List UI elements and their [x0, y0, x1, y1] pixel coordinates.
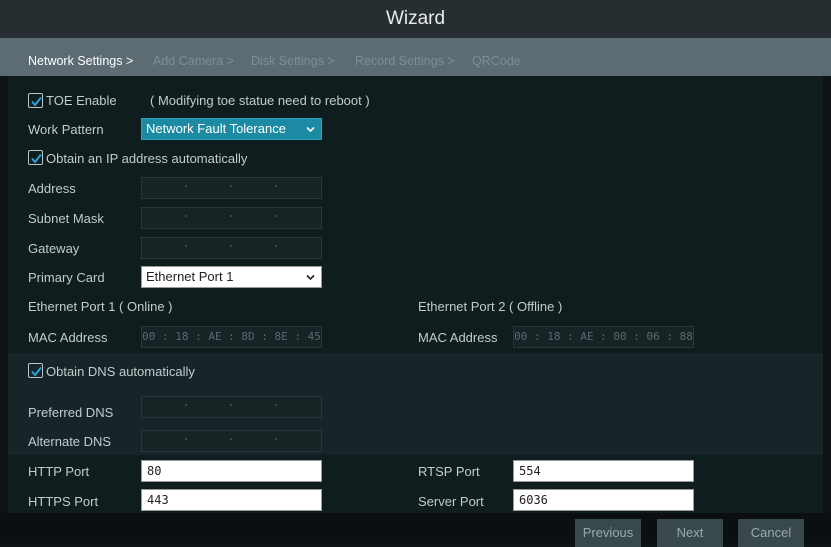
gateway-field[interactable]	[141, 237, 322, 259]
subnet-mask-field[interactable]	[141, 207, 322, 229]
obtain-dns-checkbox[interactable]	[28, 363, 43, 378]
gateway-label: Gateway	[28, 241, 80, 256]
port1-mac-field: 00 : 18 : AE : 8D : 8E : 45	[141, 326, 322, 348]
port2-mac-label: MAC Address	[418, 330, 498, 345]
address-field[interactable]	[141, 177, 322, 199]
subnet-mask-label: Subnet Mask	[28, 211, 104, 226]
rtsp-port-label: RTSP Port	[418, 464, 480, 479]
port1-mac-label: MAC Address	[28, 330, 108, 345]
ethernet-port-1-title: Ethernet Port 1 ( Online )	[28, 299, 173, 314]
chevron-down-icon	[306, 126, 315, 133]
obtain-ip-checkbox[interactable]	[28, 150, 43, 165]
primary-card-label: Primary Card	[28, 270, 105, 285]
checkmark-icon	[31, 96, 42, 107]
https-port-label: HTTPS Port	[28, 494, 99, 509]
primary-card-value: Ethernet Port 1	[146, 269, 234, 284]
obtain-ip-label: Obtain an IP address automatically	[46, 151, 248, 166]
work-pattern-label: Work Pattern	[28, 122, 104, 137]
rtsp-port-input[interactable]: 554	[513, 460, 694, 482]
chevron-down-icon	[306, 274, 315, 281]
primary-card-select[interactable]: Ethernet Port 1	[141, 266, 322, 288]
server-port-label: Server Port	[418, 494, 484, 509]
checkmark-icon	[31, 153, 42, 164]
ethernet-port-2-title: Ethernet Port 2 ( Offline )	[418, 299, 563, 314]
work-pattern-value: Network Fault Tolerance	[146, 121, 286, 136]
checkmark-icon	[31, 366, 42, 377]
preferred-dns-field[interactable]	[141, 396, 322, 418]
alternate-dns-label: Alternate DNS	[28, 434, 112, 449]
address-label: Address	[28, 181, 76, 196]
wizard-steps: Network Settings > Add Camera > Disk Set…	[0, 38, 831, 76]
obtain-dns-label: Obtain DNS automatically	[46, 364, 195, 379]
server-port-input[interactable]: 6036	[513, 489, 694, 511]
preferred-dns-label: Preferred DNS	[28, 405, 114, 420]
toe-reboot-note: ( Modifying toe statue need to reboot )	[150, 93, 370, 108]
toe-enable-checkbox[interactable]	[28, 93, 43, 108]
toe-enable-label: TOE Enable	[46, 93, 117, 108]
window-title: Wizard	[0, 0, 831, 38]
https-port-input[interactable]: 443	[141, 489, 322, 511]
work-pattern-select[interactable]: Network Fault Tolerance	[141, 118, 322, 140]
port2-mac-field: 00 : 18 : AE : 00 : 06 : 88	[513, 326, 694, 348]
http-port-input[interactable]: 80	[141, 460, 322, 482]
http-port-label: HTTP Port	[28, 464, 90, 479]
alternate-dns-field[interactable]	[141, 430, 322, 452]
